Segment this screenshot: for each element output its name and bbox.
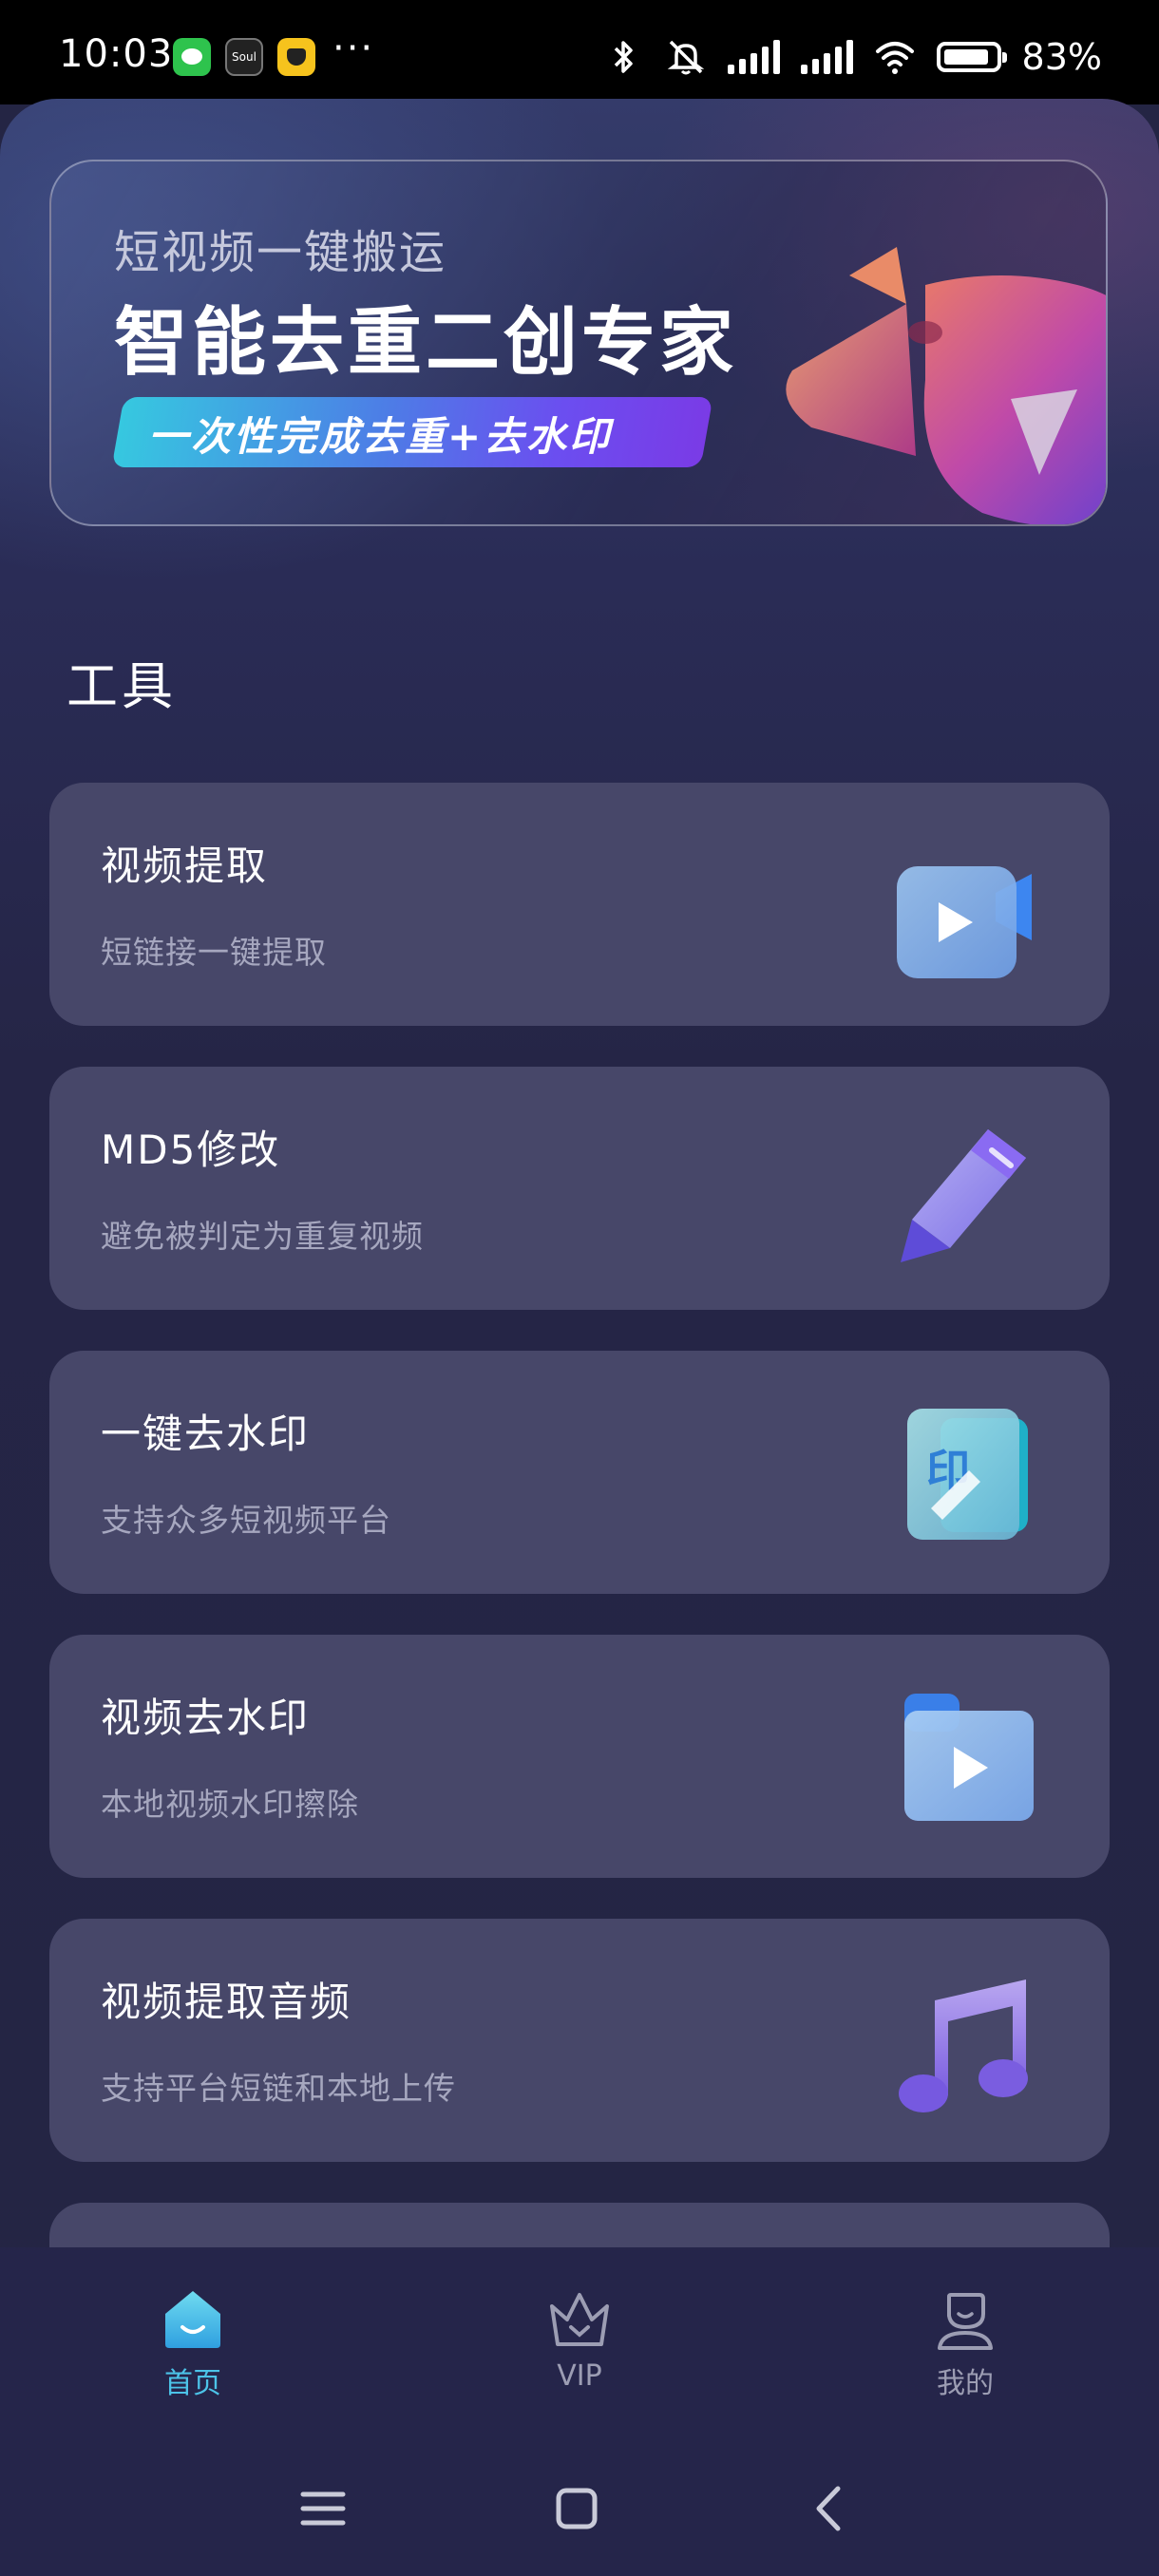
home-screen: 短视频一键搬运 智能去重二创专家 一次性完成去重+去水印 工具 视频提取 短链接… [0, 99, 1159, 2251]
video-folder-icon [904, 1694, 1034, 1821]
tool-title: 一键去水印 [101, 1411, 311, 1457]
tool-card-video-extract[interactable]: 视频提取 短链接一键提取 [49, 783, 1110, 1026]
music-note-icon [899, 1979, 1028, 2112]
tool-desc: 支持众多短视频平台 [101, 1502, 391, 1539]
home-icon [165, 2291, 220, 2348]
tool-desc: 避免被判定为重复视频 [101, 1218, 424, 1255]
stamp-icon: 印 [907, 1409, 1028, 1540]
tool-desc: 短链接一键提取 [101, 934, 327, 971]
nav-label: 首页 [164, 2367, 221, 2400]
tool-card-md5-modify[interactable]: MD5修改 避免被判定为重复视频 [49, 1067, 1110, 1310]
nav-profile[interactable]: 我的 [870, 2285, 1060, 2418]
tool-title: 视频提取 [101, 843, 269, 889]
promo-banner[interactable]: 短视频一键搬运 智能去重二创专家 一次性完成去重+去水印 [49, 160, 1108, 526]
wifi-icon [875, 42, 914, 74]
section-title-tools: 工具 [66, 656, 177, 716]
banner-title: 智能去重二创专家 [114, 300, 738, 386]
nav-label: 我的 [937, 2367, 994, 2400]
banner-pill-text: 一次性完成去重+去水印 [148, 413, 613, 460]
tool-desc: 支持平台短链和本地上传 [101, 2070, 456, 2107]
battery-level: 83% [1021, 36, 1102, 78]
system-navigation [0, 2475, 1159, 2542]
status-time: 10:03 [59, 32, 174, 76]
mute-icon [667, 40, 704, 75]
menu-icon[interactable] [290, 2475, 356, 2542]
nav-home[interactable]: 首页 [98, 2285, 288, 2418]
video-camera-3d-icon [786, 247, 1106, 524]
tool-desc: 本地视频水印擦除 [101, 1786, 359, 1823]
soul-icon: Soul [225, 38, 263, 76]
tool-title: 视频去水印 [101, 1695, 311, 1741]
tool-title: 视频提取音频 [101, 1979, 352, 2025]
crown-icon [550, 2293, 609, 2346]
signal-icon [727, 40, 780, 74]
tool-card-partial[interactable] [49, 2203, 1110, 2251]
tool-card-extract-audio[interactable]: 视频提取音频 支持平台短链和本地上传 [49, 1919, 1110, 2162]
home-button-icon[interactable] [543, 2475, 610, 2542]
battery-icon [936, 42, 1007, 72]
hd-signal-icon [800, 40, 853, 74]
back-icon[interactable] [796, 2475, 863, 2542]
tool-title: MD5修改 [101, 1127, 281, 1173]
pencil-icon [901, 1129, 1026, 1262]
bottom-navigation: 首页 VIP 我的 [0, 2247, 1159, 2576]
video-camera-icon [897, 866, 1032, 978]
banner-subtitle: 短视频一键搬运 [114, 226, 447, 279]
wechat-icon [173, 38, 211, 76]
more-notifications-icon: ··· [332, 27, 375, 70]
profile-icon [938, 2293, 993, 2350]
bluetooth-icon [614, 41, 633, 73]
tool-card-remove-watermark[interactable]: 一键去水印 支持众多短视频平台 印 [49, 1351, 1110, 1594]
nav-label: VIP [557, 2359, 602, 2393]
qq-icon [277, 38, 315, 76]
nav-vip[interactable]: VIP [484, 2285, 674, 2418]
status-bar: 10:03 Soul ··· 83% [0, 0, 1159, 104]
tool-card-video-watermark[interactable]: 视频去水印 本地视频水印擦除 [49, 1635, 1110, 1878]
